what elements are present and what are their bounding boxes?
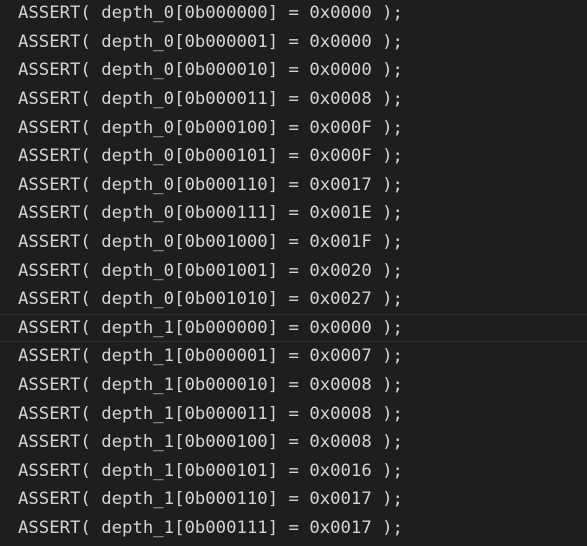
- code-line[interactable]: ASSERT( depth_1[0b000001] = 0x0007 );: [0, 342, 587, 371]
- code-line[interactable]: ASSERT( depth_1[0b000010] = 0x0008 );: [0, 371, 587, 400]
- code-line-text: ASSERT( depth_1[0b000001] = 0x0007 );: [18, 346, 403, 367]
- code-line[interactable]: ASSERT( depth_1[0b000111] = 0x0017 );: [0, 514, 587, 543]
- code-line[interactable]: ASSERT( depth_0[0b000111] = 0x001E );: [0, 199, 587, 228]
- code-line-text: ASSERT( depth_0[0b000111] = 0x001E );: [18, 203, 403, 224]
- code-line-text: ASSERT( depth_0[0b000000] = 0x0000 );: [18, 3, 403, 24]
- code-line[interactable]: ASSERT( depth_0[0b001010] = 0x0027 );: [0, 285, 587, 314]
- code-line-text: ASSERT( depth_0[0b000110] = 0x0017 );: [18, 174, 403, 195]
- code-line-text: ASSERT( depth_1[0b000110] = 0x0017 );: [18, 489, 403, 510]
- code-line-text: ASSERT( depth_0[0b000100] = 0x000F );: [18, 117, 403, 138]
- code-line[interactable]: ASSERT( depth_0[0b000010] = 0x0000 );: [0, 56, 587, 85]
- code-line[interactable]: ASSERT( depth_1[0b000101] = 0x0016 );: [0, 457, 587, 486]
- code-line-text: ASSERT( depth_1[0b000111] = 0x0017 );: [18, 518, 403, 539]
- code-line-text: ASSERT( depth_1[0b000010] = 0x0008 );: [18, 375, 403, 396]
- code-line[interactable]: ASSERT( depth_0[0b001001] = 0x0020 );: [0, 256, 587, 285]
- code-line[interactable]: ASSERT( depth_1[0b000100] = 0x0008 );: [0, 428, 587, 457]
- code-line-text: ASSERT( depth_0[0b000101] = 0x000F );: [18, 146, 403, 167]
- code-line-text: ASSERT( depth_1[0b000000] = 0x0000 );: [18, 317, 403, 338]
- code-line-text: ASSERT( depth_0[0b000001] = 0x0000 );: [18, 31, 403, 52]
- current-code-line[interactable]: ASSERT( depth_1[0b000000] = 0x0000 );: [0, 313, 587, 343]
- code-line-text: ASSERT( depth_0[0b001001] = 0x0020 );: [18, 260, 403, 281]
- code-line-text: ASSERT( depth_1[0b000100] = 0x0008 );: [18, 432, 403, 453]
- code-editor[interactable]: ASSERT( depth_0[0b000000] = 0x0000 ); ASS…: [0, 0, 587, 546]
- code-line[interactable]: ASSERT( depth_1[0b000011] = 0x0008 );: [0, 399, 587, 428]
- code-line-text: ASSERT( depth_0[0b000011] = 0x0008 );: [18, 89, 403, 110]
- code-line[interactable]: ASSERT( depth_0[0b000001] = 0x0000 );: [0, 28, 587, 57]
- code-line[interactable]: ASSERT( depth_0[0b000000] = 0x0000 );: [0, 0, 587, 28]
- code-line-text: ASSERT( depth_0[0b001010] = 0x0027 );: [18, 289, 403, 310]
- code-line-text: ASSERT( depth_0[0b001000] = 0x001F );: [18, 232, 403, 253]
- code-line-text: ASSERT( depth_1[0b000101] = 0x0016 );: [18, 460, 403, 481]
- code-line[interactable]: ASSERT( depth_0[0b000100] = 0x000F );: [0, 113, 587, 142]
- code-line[interactable]: ASSERT( depth_0[0b000110] = 0x0017 );: [0, 171, 587, 200]
- code-line[interactable]: ASSERT( depth_0[0b000011] = 0x0008 );: [0, 85, 587, 114]
- code-line[interactable]: ASSERT( depth_0[0b001000] = 0x001F );: [0, 228, 587, 257]
- code-line[interactable]: ASSERT( depth_1[0b000110] = 0x0017 );: [0, 485, 587, 514]
- code-line[interactable]: ASSERT( depth_0[0b000101] = 0x000F );: [0, 142, 587, 171]
- code-line-text: ASSERT( depth_0[0b000010] = 0x0000 );: [18, 60, 403, 81]
- code-line-text: ASSERT( depth_1[0b000011] = 0x0008 );: [18, 403, 403, 424]
